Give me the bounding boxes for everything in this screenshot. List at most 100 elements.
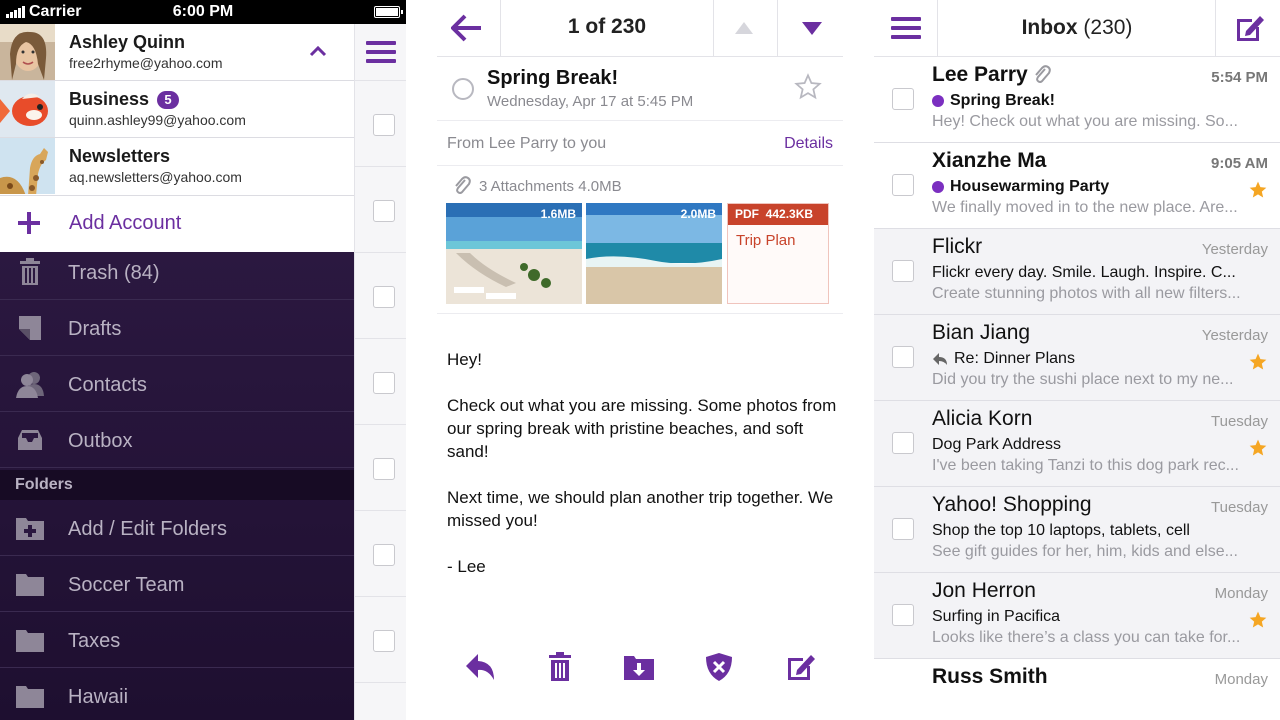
menu-button[interactable] — [355, 24, 406, 81]
message-checkbox[interactable] — [892, 174, 914, 196]
message-subject: Housewarming Party — [932, 178, 1109, 196]
folder-menu: Trash (84) Drafts Contacts Outbox Folder… — [0, 252, 354, 720]
select-radio[interactable] — [452, 78, 474, 100]
message-preview: See gift guides for her, him, kids and e… — [932, 543, 1238, 560]
attachment-icon — [1034, 65, 1051, 83]
account-email: aq.newsletters@yahoo.com — [69, 169, 242, 185]
message-checkbox[interactable] — [373, 372, 395, 394]
menu-item-trash[interactable]: Trash (84) — [0, 244, 354, 300]
message-checkbox[interactable] — [373, 630, 395, 652]
menu-item-hawaii[interactable]: Hawaii — [0, 668, 354, 720]
message-checkbox[interactable] — [892, 260, 914, 282]
sender-row: From Lee Parry to you Details — [437, 121, 843, 166]
chevron-up-icon[interactable] — [309, 42, 327, 60]
pdf-header: PDF 442.3KB — [728, 204, 828, 225]
message-row[interactable]: Bian Jiang Yesterday Re: Dinner Plans Di… — [874, 315, 1280, 401]
message-checkbox[interactable] — [373, 286, 395, 308]
attachment-size: 2.0MB — [680, 207, 716, 221]
hamburger-icon — [366, 41, 396, 63]
attachment-image-thumbnail[interactable]: 2.0MB — [586, 203, 722, 304]
trash-icon[interactable] — [544, 652, 576, 682]
message-row[interactable]: Lee Parry 5:54 PM Spring Break! Hey! Che… — [874, 57, 1280, 143]
message-time: Monday — [1214, 585, 1268, 602]
folder-icon — [16, 686, 44, 708]
pdf-name: Trip Plan — [736, 232, 796, 249]
menu-item-contacts[interactable]: Contacts — [0, 356, 354, 412]
spam-shield-icon[interactable] — [703, 652, 735, 682]
inbox-title: Inbox (230) — [1021, 16, 1133, 39]
add-account-label: Add Account — [69, 212, 182, 234]
account-name: Ashley Quinn — [69, 32, 186, 52]
message-subject: Flickr every day. Smile. Laugh. Inspire.… — [932, 264, 1236, 281]
message-checkbox[interactable] — [892, 88, 914, 110]
star-icon[interactable] — [1248, 610, 1268, 630]
reply-icon[interactable] — [464, 652, 496, 682]
menu-item-taxes[interactable]: Taxes — [0, 612, 354, 668]
message-preview: Create stunning photos with all new filt… — [932, 285, 1241, 302]
menu-item-drafts[interactable]: Drafts — [0, 300, 354, 356]
clock: 6:00 PM — [172, 3, 234, 20]
account-row-ashley[interactable]: Ashley Quinn free2rhyme@yahoo.com — [0, 24, 354, 81]
message-checkbox[interactable] — [373, 114, 395, 136]
message-time: Monday — [1214, 671, 1268, 688]
details-link[interactable]: Details — [784, 135, 833, 153]
star-icon[interactable] — [1248, 352, 1268, 372]
message-header-bar: 1 of 230 — [437, 0, 843, 57]
message-checkbox[interactable] — [892, 432, 914, 454]
attachments-summary: 3 Attachments 4.0MB — [453, 176, 622, 196]
sender-name: Bian Jiang — [932, 321, 1031, 344]
drafts-icon — [19, 316, 41, 340]
star-outline-icon[interactable] — [794, 73, 822, 101]
message-row[interactable]: Yahoo! Shopping Tuesday Shop the top 10 … — [874, 487, 1280, 573]
message-row[interactable]: Alicia Korn Tuesday Dog Park Address I'v… — [874, 401, 1280, 487]
menu-item-outbox[interactable]: Outbox — [0, 412, 354, 468]
message-checkbox[interactable] — [892, 518, 914, 540]
message-checkbox[interactable] — [892, 346, 914, 368]
avatar — [0, 24, 55, 80]
message-subject: Shop the top 10 laptops, tablets, cell — [932, 522, 1190, 539]
message-checkbox[interactable] — [373, 200, 395, 222]
previous-message-icon[interactable] — [735, 22, 753, 34]
message-row[interactable]: Russ Smith Monday — [874, 659, 1280, 695]
message-preview: Looks like there’s a class you can take … — [932, 629, 1241, 646]
account-row-business[interactable]: Business 5 quinn.ashley99@yahoo.com — [0, 81, 354, 138]
message-subject: Surfing in Pacifica — [932, 608, 1061, 625]
account-row-newsletters[interactable]: Newsletters aq.newsletters@yahoo.com — [0, 138, 354, 196]
message-checkbox[interactable] — [373, 544, 395, 566]
star-icon[interactable] — [1248, 438, 1268, 458]
message-body: Hey! Check out what you are missing. Som… — [447, 350, 837, 576]
sender-name: Russ Smith — [932, 665, 1048, 688]
sender-name: Yahoo! Shopping — [932, 493, 1092, 516]
compose-icon[interactable] — [785, 652, 817, 682]
message-checkbox[interactable] — [892, 604, 914, 626]
attachment-pdf[interactable]: PDF 442.3KB Trip Plan — [727, 203, 829, 304]
star-icon[interactable] — [1248, 180, 1268, 200]
message-row[interactable]: Xianzhe Ma 9:05 AM Housewarming Party We… — [874, 143, 1280, 229]
message-preview: Did you try the sushi place next to my n… — [932, 371, 1234, 388]
back-arrow-icon[interactable] — [451, 14, 483, 42]
compose-icon[interactable] — [1234, 13, 1266, 43]
unread-dot-icon — [932, 181, 944, 193]
message-time: Yesterday — [1201, 241, 1268, 258]
message-preview: Hey! Check out what you are missing. So.… — [932, 113, 1238, 130]
battery-icon — [374, 6, 403, 18]
account-email: quinn.ashley99@yahoo.com — [69, 112, 246, 128]
message-row[interactable]: Flickr Yesterday Flickr every day. Smile… — [874, 229, 1280, 315]
next-message-icon[interactable] — [802, 22, 822, 35]
message-checkbox[interactable] — [373, 458, 395, 480]
message-preview: I've been taking Tanzi to this dog park … — [932, 457, 1239, 474]
menu-item-soccer-team[interactable]: Soccer Team — [0, 556, 354, 612]
account-name: Business 5 — [69, 89, 180, 110]
inbox-peek[interactable] — [354, 24, 406, 720]
inbox-screen: Inbox (230) Lee Parry 5:54 PM Spring Bre… — [874, 0, 1280, 720]
status-bar: Carrier 6:00 PM — [0, 0, 406, 24]
message-time: Tuesday — [1211, 413, 1268, 430]
menu-item-add-edit-folders[interactable]: Add / Edit Folders — [0, 500, 354, 556]
message-subject: Dog Park Address — [932, 436, 1061, 453]
sender-name: Jon Herron — [932, 579, 1036, 602]
message-row[interactable]: Jon Herron Monday Surfing in Pacifica Lo… — [874, 573, 1280, 659]
move-to-folder-icon[interactable] — [623, 652, 655, 682]
contacts-icon — [16, 372, 44, 398]
attachment-image-thumbnail[interactable]: 1.6MB — [446, 203, 582, 304]
hamburger-icon[interactable] — [891, 17, 921, 39]
